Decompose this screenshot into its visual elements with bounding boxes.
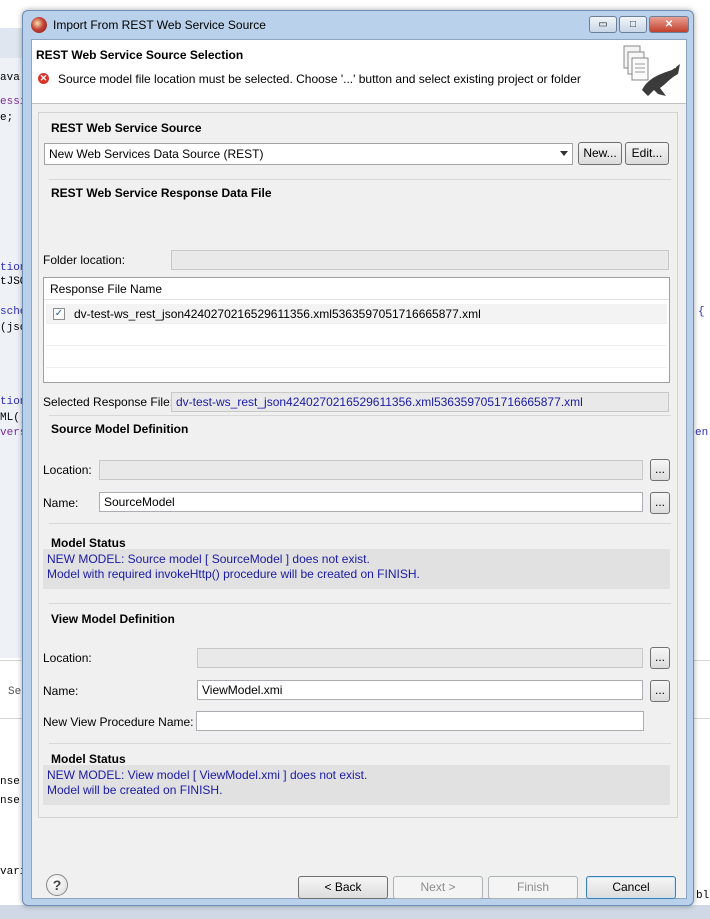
eclipse-app-icon xyxy=(31,17,47,33)
table-row[interactable]: ✓ dv-test-ws_rest_json424027021652961135… xyxy=(46,304,667,324)
response-file-table[interactable]: Response File Name ✓ dv-test-ws_rest_jso… xyxy=(43,277,670,383)
rest-source-selected: New Web Services Data Source (REST) xyxy=(49,147,264,161)
source-name-input[interactable]: SourceModel xyxy=(99,492,643,512)
background-band xyxy=(0,58,24,658)
background-right-fragment: en xyxy=(695,427,709,439)
error-icon: ✕ xyxy=(38,73,49,84)
selected-response-label: Selected Response File: xyxy=(43,395,174,409)
view-procedure-label: New View Procedure Name: xyxy=(43,715,194,729)
edit-source-button[interactable]: Edit... xyxy=(625,142,669,165)
background-right-fragment: ble xyxy=(696,890,710,902)
folder-location-field xyxy=(171,250,669,270)
group-title: REST Web Service Response Data File xyxy=(51,186,272,200)
wizard-banner-icon xyxy=(623,45,680,96)
background-statusbar xyxy=(0,905,710,919)
view-procedure-input[interactable] xyxy=(196,711,644,731)
view-location-label: Location: xyxy=(43,651,92,665)
view-status-line2: Model will be created on FINISH. xyxy=(47,783,223,797)
view-name-input[interactable]: ViewModel.xmi xyxy=(197,680,643,700)
view-status-message: NEW MODEL: View model [ ViewModel.xmi ] … xyxy=(43,765,670,805)
minimize-button[interactable]: ▭ xyxy=(589,16,617,33)
source-status-line1: NEW MODEL: Source model [ SourceModel ] … xyxy=(47,552,370,566)
background-code-line: e; xyxy=(0,112,14,124)
view-location-field xyxy=(197,648,643,668)
group-title: REST Web Service Source xyxy=(51,121,202,135)
finish-button[interactable]: Finish xyxy=(488,876,578,899)
error-message: Source model file location must be selec… xyxy=(58,72,581,86)
next-button[interactable]: Next > xyxy=(393,876,483,899)
dialog-client: REST Web Service Source Selection ✕ Sour… xyxy=(31,39,687,899)
wizard-content: REST Web Service Source New Web Services… xyxy=(38,112,678,818)
import-dialog: Import From REST Web Service Source ▭ □ … xyxy=(22,10,694,906)
group-title: View Model Definition xyxy=(51,612,175,626)
new-source-button[interactable]: New... xyxy=(578,142,622,165)
window-title: Import From REST Web Service Source xyxy=(53,18,266,32)
background-bottom-line: nse xyxy=(0,776,20,788)
cancel-button[interactable]: Cancel xyxy=(586,876,676,899)
view-location-browse-button[interactable]: ... xyxy=(650,647,670,669)
help-icon[interactable]: ? xyxy=(46,874,68,896)
wizard-banner: REST Web Service Source Selection ✕ Sour… xyxy=(32,40,686,104)
view-name-browse-button[interactable]: ... xyxy=(650,680,670,702)
view-status-line1: NEW MODEL: View model [ ViewModel.xmi ] … xyxy=(47,768,368,782)
source-location-field xyxy=(99,460,643,480)
group-title: Model Status xyxy=(51,536,126,550)
source-location-label: Location: xyxy=(43,463,92,477)
folder-location-label: Folder location: xyxy=(43,253,126,267)
response-file-name: dv-test-ws_rest_json4240270216529611356.… xyxy=(74,307,481,321)
selected-response-field: dv-test-ws_rest_json4240270216529611356.… xyxy=(171,392,669,412)
banner-title: REST Web Service Source Selection xyxy=(36,48,244,62)
table-row xyxy=(46,326,667,346)
source-name-browse-button[interactable]: ... xyxy=(650,492,670,514)
table-row xyxy=(46,348,667,368)
maximize-button[interactable]: □ xyxy=(619,16,647,33)
view-name-label: Name: xyxy=(43,684,79,698)
group-title: Source Model Definition xyxy=(51,422,189,436)
rest-source-combo[interactable]: New Web Services Data Source (REST) xyxy=(44,143,573,165)
title-bar[interactable]: Import From REST Web Service Source ▭ □ … xyxy=(23,11,693,39)
background-code-line: ava xyxy=(0,72,20,84)
background-right-fragment: { xyxy=(698,306,705,318)
close-button[interactable]: ✕ xyxy=(649,16,689,33)
back-button[interactable]: < Back xyxy=(298,876,388,899)
background-bottom-line: nse xyxy=(0,795,20,807)
background-toolbar xyxy=(0,28,24,58)
column-header-response-file[interactable]: Response File Name xyxy=(44,278,669,300)
source-status-message: NEW MODEL: Source model [ SourceModel ] … xyxy=(43,549,670,589)
source-name-label: Name: xyxy=(43,496,79,510)
row-checkbox[interactable]: ✓ xyxy=(53,308,65,320)
source-status-line2: Model with required invokeHttp() procedu… xyxy=(47,567,420,581)
group-title: Model Status xyxy=(51,752,126,766)
chevron-down-icon xyxy=(560,151,568,156)
background-tab: Se xyxy=(8,686,22,698)
source-location-browse-button[interactable]: ... xyxy=(650,459,670,481)
